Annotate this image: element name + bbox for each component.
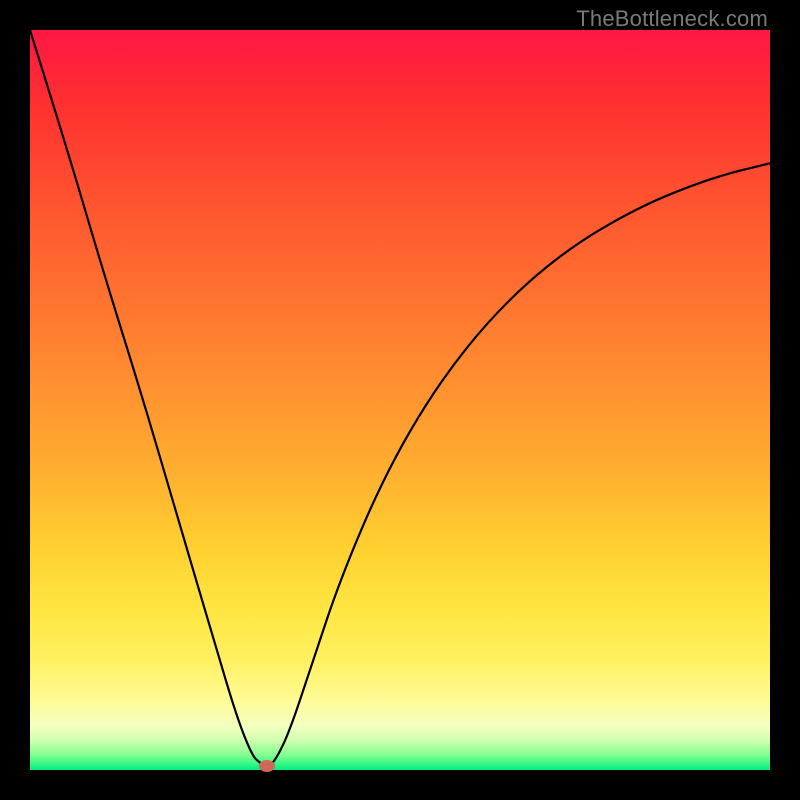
optimal-point-marker [259,760,275,772]
curve-svg [30,30,770,770]
watermark-text: TheBottleneck.com [576,6,768,32]
bottleneck-curve [30,30,770,765]
chart-container: TheBottleneck.com [0,0,800,800]
